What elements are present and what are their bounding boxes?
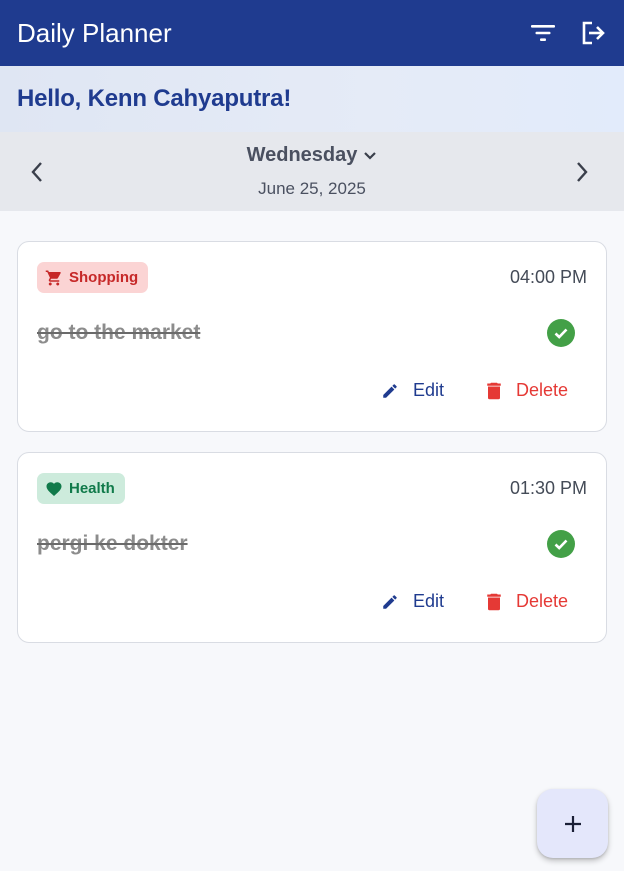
date-navigator: Wednesday June 25, 2025: [0, 132, 624, 211]
day-selector[interactable]: Wednesday: [0, 144, 624, 167]
app-bar: Daily Planner: [0, 0, 624, 66]
pencil-icon: [383, 383, 397, 398]
shopping-cart-icon: [45, 270, 61, 285]
heart-icon: [46, 481, 62, 496]
edit-label: Edit: [412, 380, 444, 400]
app-bar-actions: [529, 19, 607, 47]
delete-button[interactable]: Delete: [486, 380, 568, 401]
chevron-down-icon: [364, 151, 377, 160]
task-time: 04:00 PM: [509, 267, 587, 287]
edit-label: Edit: [412, 591, 444, 611]
category-label: Shopping: [69, 269, 139, 286]
task-time: 01:30 PM: [509, 478, 587, 498]
category-label: Health: [69, 480, 115, 497]
task-card[interactable]: Health 01:30 PM pergi ke dokter Edit Del…: [17, 452, 607, 643]
check-icon: [554, 539, 568, 550]
category-chip: Shopping: [37, 262, 149, 293]
greeting-banner: Hello, Kenn Cahyaputra!: [0, 66, 624, 132]
add-task-button[interactable]: [537, 789, 608, 858]
complete-toggle[interactable]: [547, 319, 575, 347]
filter-icon: [531, 25, 555, 41]
greeting-text: Hello, Kenn Cahyaputra!: [17, 85, 292, 112]
current-date: June 25, 2025: [258, 179, 366, 198]
add-icon: [564, 815, 581, 832]
edit-button[interactable]: Edit: [381, 380, 444, 401]
pencil-icon: [383, 594, 397, 609]
task-title: pergi ke dokter: [37, 532, 188, 555]
trash-icon: [487, 382, 501, 399]
delete-label: Delete: [515, 591, 568, 611]
chevron-right-icon: [577, 162, 588, 182]
delete-label: Delete: [515, 380, 568, 400]
complete-toggle[interactable]: [547, 530, 575, 558]
check-icon: [554, 328, 568, 339]
edit-button[interactable]: Edit: [381, 591, 444, 612]
filter-button[interactable]: [529, 19, 557, 47]
trash-icon: [487, 593, 501, 610]
task-card[interactable]: Shopping 04:00 PM go to the market Edit …: [17, 241, 607, 432]
task-title: go to the market: [37, 321, 201, 344]
category-chip: Health: [37, 473, 125, 504]
logout-button[interactable]: [579, 19, 607, 47]
app-root: Daily Planner Hello, Kenn Cahyaputra! We…: [0, 0, 624, 871]
delete-button[interactable]: Delete: [486, 591, 568, 612]
app-title: Daily Planner: [17, 17, 172, 48]
day-name: Wednesday: [246, 144, 358, 166]
logout-icon: [582, 21, 605, 45]
next-day-button[interactable]: [567, 157, 597, 187]
task-actions: Edit Delete: [381, 380, 568, 401]
task-actions: Edit Delete: [381, 591, 568, 612]
